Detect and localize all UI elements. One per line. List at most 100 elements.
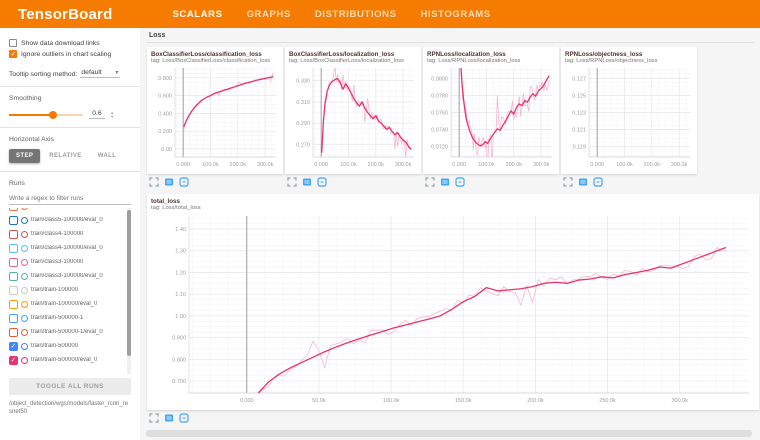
runs-scrollbar[interactable]: [127, 208, 131, 374]
run-checkbox-checked[interactable]: [9, 356, 18, 365]
run-name: train/train-100000/eval_0: [31, 301, 97, 307]
chart-rpn-objectness-loss: RPNLoss/objectness_losstag: Loss/RPNLoss…: [561, 47, 697, 187]
tab-distributions[interactable]: DISTRIBUTIONS: [315, 9, 397, 20]
scalars-dashboard: Loss BoxClassifierLoss/classification_lo…: [140, 28, 760, 440]
expand-card-icon[interactable]: [287, 177, 297, 187]
svg-text:100.0k: 100.0k: [383, 398, 400, 404]
fit-domain-icon[interactable]: [179, 177, 189, 187]
pin-card-icon[interactable]: [164, 177, 174, 187]
run-checkbox[interactable]: [9, 208, 18, 211]
run-checkbox[interactable]: [9, 314, 18, 323]
run-checkbox[interactable]: [9, 230, 18, 239]
chart-tag: tag: Loss/total_loss: [151, 205, 755, 211]
axis-button-step[interactable]: STEP: [9, 149, 40, 163]
fit-domain-icon[interactable]: [317, 177, 327, 187]
chart-card[interactable]: RPNLoss/objectness_losstag: Loss/RPNLoss…: [561, 47, 697, 174]
expand-card-icon[interactable]: [149, 177, 159, 187]
pin-card-icon[interactable]: [164, 413, 174, 423]
svg-text:0.330: 0.330: [296, 79, 310, 85]
run-checkbox-checked[interactable]: [9, 342, 18, 351]
expand-card-icon[interactable]: [149, 413, 159, 423]
tab-scalars[interactable]: SCALARS: [172, 9, 222, 20]
run-checkbox[interactable]: [9, 216, 18, 225]
run-row: train/train-100000/eval_0: [9, 297, 125, 311]
tab-histograms[interactable]: HISTOGRAMS: [421, 9, 491, 20]
smoothing-row: 0.6 ▴▾: [9, 110, 131, 119]
axis-button-wall[interactable]: WALL: [91, 149, 124, 163]
run-name: train/class3-100000: [31, 259, 83, 265]
chart-footer-icons: [425, 177, 559, 187]
checked-checkbox[interactable]: [9, 50, 17, 58]
svg-text:1.00: 1.00: [175, 314, 186, 320]
tooltip-sorting-row: Tooltip sorting method: default ▾: [9, 68, 131, 78]
svg-text:0.310: 0.310: [296, 100, 310, 106]
svg-text:100.0k: 100.0k: [202, 162, 219, 168]
chart-title: BoxClassifierLoss/localization_loss: [289, 51, 417, 58]
run-color-icon: [21, 301, 28, 308]
run-row: train/train-500000: [9, 339, 125, 353]
run-name: train/train-100000: [31, 287, 78, 293]
pin-card-icon[interactable]: [578, 177, 588, 187]
svg-text:0.0740: 0.0740: [431, 128, 448, 134]
tab-graphs[interactable]: GRAPHS: [247, 9, 291, 20]
svg-text:300.0k: 300.0k: [533, 162, 550, 168]
fit-domain-icon[interactable]: [179, 413, 189, 423]
run-name: train/train-500000/eval_0: [31, 357, 97, 363]
chart-card[interactable]: total_losstag: Loss/total_loss1.401.301.…: [147, 194, 759, 410]
run-name: train/train-500000: [31, 343, 78, 349]
svg-text:200.0k: 200.0k: [506, 162, 523, 168]
smoothing-value[interactable]: 0.6: [89, 110, 105, 119]
stepper-down-icon[interactable]: ▾: [111, 115, 113, 119]
svg-text:300.0k: 300.0k: [671, 162, 688, 168]
run-checkbox[interactable]: [9, 244, 18, 253]
run-checkbox[interactable]: [9, 286, 18, 295]
runs-scrollbar-thumb[interactable]: [127, 210, 131, 356]
option-row: Show data download links: [9, 39, 131, 47]
run-checkbox[interactable]: [9, 272, 18, 281]
smoothing-stepper[interactable]: ▴▾: [111, 111, 113, 119]
toggle-all-runs-button[interactable]: TOGGLE ALL RUNS: [9, 378, 131, 395]
chart-card[interactable]: RPNLoss/localization_losstag: Loss/RPNLo…: [423, 47, 559, 174]
svg-text:0.000: 0.000: [240, 398, 254, 404]
expand-card-icon[interactable]: [563, 177, 573, 187]
section-header-loss[interactable]: Loss: [147, 30, 755, 43]
pin-card-icon[interactable]: [440, 177, 450, 187]
run-color-icon: [21, 343, 28, 350]
smoothing-slider-thumb[interactable]: [49, 111, 57, 119]
run-name: train/train-500000-1/eval_0: [31, 329, 103, 335]
svg-text:0.200: 0.200: [158, 129, 172, 135]
svg-text:100.0k: 100.0k: [616, 162, 633, 168]
axis-button-relative[interactable]: RELATIVE: [42, 149, 88, 163]
svg-text:0.270: 0.270: [296, 142, 310, 148]
svg-text:0.00: 0.00: [161, 147, 172, 153]
runs-label: Runs: [9, 180, 131, 187]
chart-card[interactable]: BoxClassifierLoss/classification_losstag…: [147, 47, 283, 174]
run-color-icon: [21, 259, 28, 266]
svg-text:250.0k: 250.0k: [599, 398, 616, 404]
fit-domain-icon[interactable]: [593, 177, 603, 187]
run-color-icon: [21, 273, 28, 280]
svg-text:0.0720: 0.0720: [431, 145, 448, 151]
horizontal-scrollbar[interactable]: [146, 430, 752, 437]
pin-card-icon[interactable]: [302, 177, 312, 187]
box-classifier-localization-loss-plot: 0.3300.3100.2900.2700.000100.0k200.0k300…: [289, 65, 417, 168]
run-color-icon: [21, 245, 28, 252]
smoothing-slider[interactable]: [9, 114, 83, 116]
rpn-localization-loss-plot: 0.08000.07800.07600.07400.07200.000100.0…: [427, 65, 555, 168]
svg-text:200.0k: 200.0k: [368, 162, 385, 168]
run-checkbox[interactable]: [9, 258, 18, 267]
fit-domain-icon[interactable]: [455, 177, 465, 187]
settings-sidebar: Show data download linksIgnore outliers …: [0, 28, 140, 440]
unchecked-checkbox[interactable]: [9, 39, 17, 47]
tooltip-sorting-select[interactable]: default ▾: [80, 68, 120, 78]
run-row: train/train-500000/eval_0: [9, 353, 125, 367]
expand-card-icon[interactable]: [425, 177, 435, 187]
run-checkbox[interactable]: [9, 300, 18, 309]
chart-card[interactable]: BoxClassifierLoss/localization_losstag: …: [285, 47, 421, 174]
runs-filter-input[interactable]: [9, 193, 131, 205]
runs-list: train/class5-100000train/class5-100000/e…: [9, 208, 131, 374]
run-name: train/train-500000-1: [31, 315, 83, 321]
chart-tag: tag: Loss/BoxClassifierLoss/localization…: [289, 58, 417, 64]
run-checkbox[interactable]: [9, 328, 18, 337]
svg-text:100.0k: 100.0k: [478, 162, 495, 168]
